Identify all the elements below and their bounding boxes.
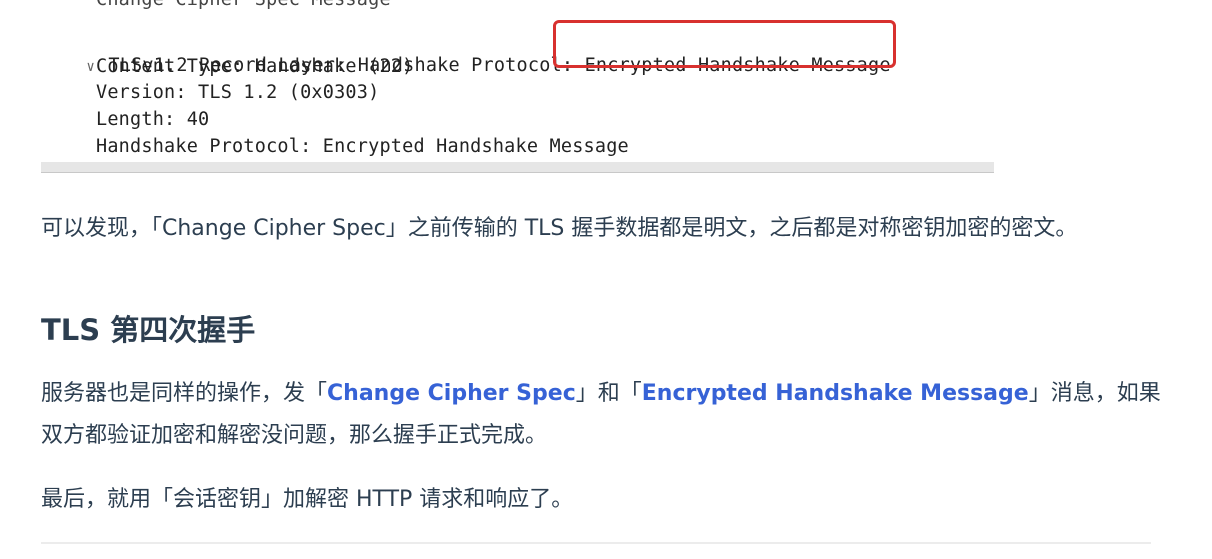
link-change-cipher-spec[interactable]: Change Cipher Spec	[327, 381, 576, 406]
divider	[41, 542, 1151, 544]
highlight-box	[553, 20, 896, 68]
packet-line-content-type[interactable]: Content Type: Handshake (22)	[96, 54, 413, 80]
p2-text-b: 」和「	[575, 381, 642, 406]
packet-line-length[interactable]: Length: 40	[96, 107, 209, 133]
screenshot-bottom-bar	[41, 162, 994, 172]
packet-line-version[interactable]: Version: TLS 1.2 (0x0303)	[96, 80, 379, 106]
paragraph-plaintext-note: 可以发现，「Change Cipher Spec」之前传输的 TLS 握手数据都…	[41, 216, 1078, 241]
paragraph-session-key: 最后，就用「会话密钥」加解密 HTTP 请求和响应了。	[41, 487, 574, 512]
packet-detail-screenshot: Change Cipher Spec Message ∨TLSv1.2 Reco…	[41, 0, 994, 173]
section-heading: TLS 第四次握手	[41, 313, 256, 347]
packet-line-handshake-protocol[interactable]: Handshake Protocol: Encrypted Handshake …	[96, 134, 629, 160]
packet-line-cut: Change Cipher Spec Message	[96, 0, 391, 13]
p2-text-a: 服务器也是同样的操作，发「	[41, 381, 328, 406]
link-encrypted-handshake-message[interactable]: Encrypted Handshake Message	[642, 381, 1029, 406]
paragraph-server-finish: 服务器也是同样的操作，发「Change Cipher Spec」和「Encryp…	[41, 373, 1166, 457]
